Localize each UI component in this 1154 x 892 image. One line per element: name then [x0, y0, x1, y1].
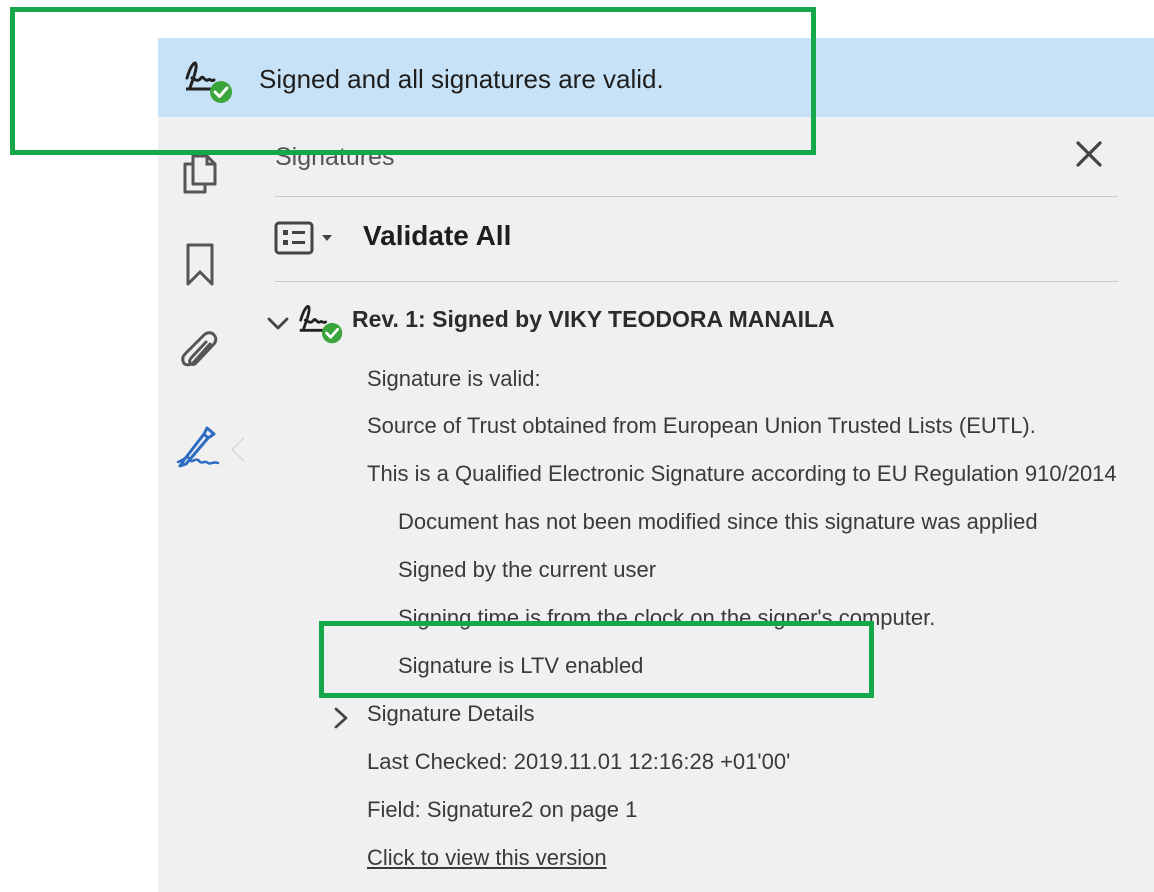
bookmark-icon[interactable]	[183, 242, 217, 288]
signature-pen-icon[interactable]	[174, 424, 222, 470]
signature-status-line: Signature is valid:	[367, 366, 541, 391]
view-version-link[interactable]: Click to view this version	[367, 845, 607, 871]
qualified-signature-line: This is a Qualified Electronic Signature…	[367, 461, 1117, 486]
divider	[275, 281, 1118, 282]
trust-source-line: Source of Trust obtained from European U…	[367, 413, 1036, 438]
pages-icon[interactable]	[181, 152, 221, 196]
divider	[275, 196, 1118, 197]
left-nav-rail	[158, 117, 245, 892]
chevron-down-icon[interactable]	[266, 311, 290, 335]
validate-all-button[interactable]: Validate All	[363, 220, 511, 252]
highlight-box-ltv	[319, 621, 874, 698]
close-icon[interactable]	[1072, 137, 1106, 171]
highlight-box-banner	[10, 7, 816, 155]
last-checked-line: Last Checked: 2019.11.01 12:16:28 +01'00…	[367, 749, 791, 774]
attachment-icon[interactable]	[178, 330, 220, 376]
not-modified-line: Document has not been modified since thi…	[398, 509, 1038, 534]
signature-valid-icon	[299, 304, 343, 344]
signed-by-user-line: Signed by the current user	[398, 557, 657, 582]
revision-title[interactable]: Rev. 1: Signed by VIKY TEODORA MANAILA	[352, 306, 835, 333]
signature-options-button[interactable]	[274, 220, 338, 256]
field-line: Field: Signature2 on page 1	[367, 797, 638, 822]
chevron-right-icon[interactable]	[332, 706, 350, 730]
signature-details-toggle[interactable]: Signature Details	[367, 701, 535, 727]
